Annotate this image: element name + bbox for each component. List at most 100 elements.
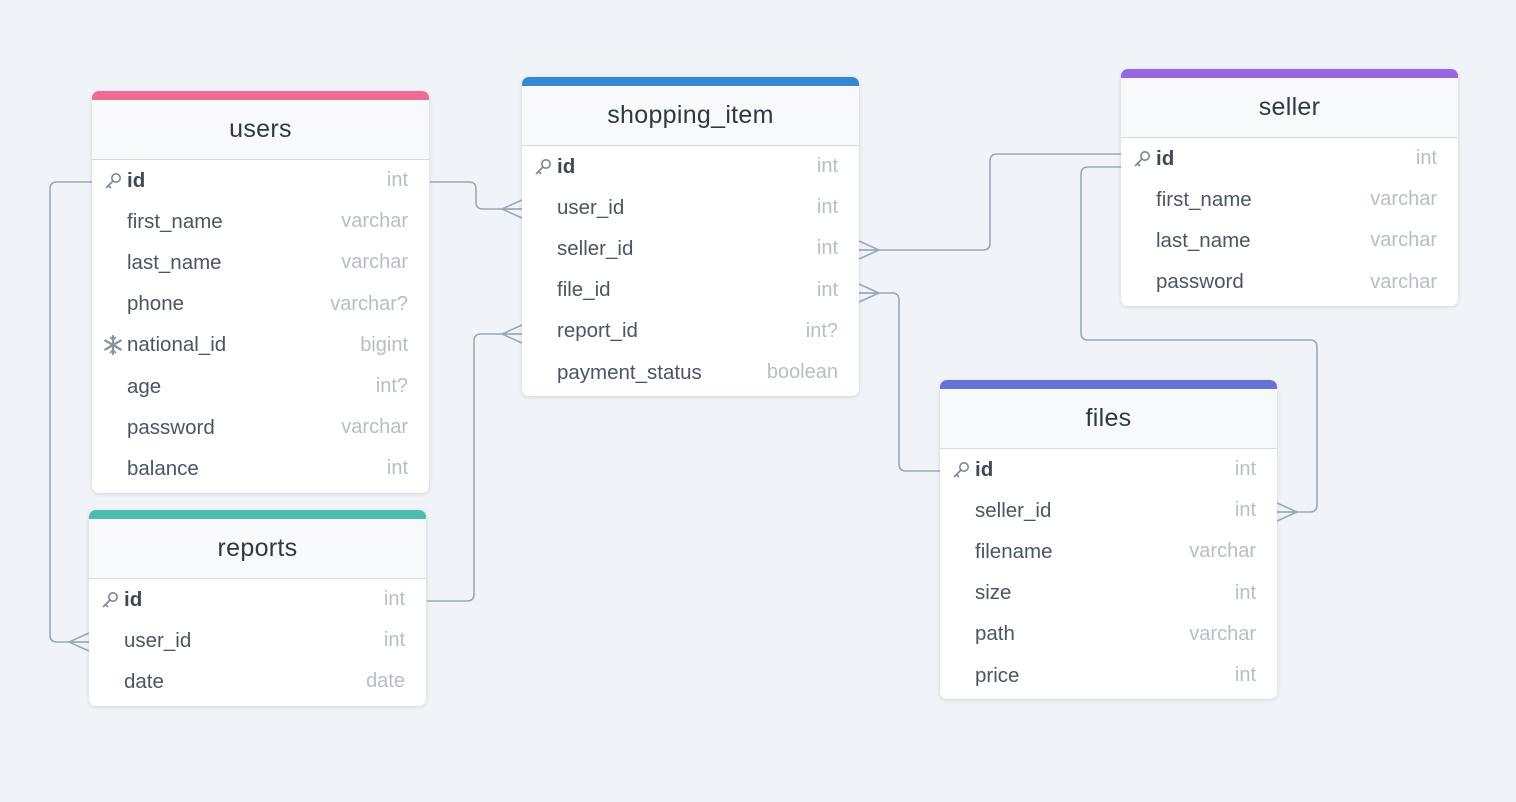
- column-type: varchar?: [330, 292, 408, 315]
- column-list: id int user_id int date date: [89, 579, 426, 706]
- connector-seller-shopping-item[interactable]: [858, 153, 1121, 260]
- column-type: int: [816, 196, 838, 219]
- column-row-balance[interactable]: balance int: [92, 448, 429, 489]
- column-name: filename: [975, 539, 1053, 563]
- table-title[interactable]: reports: [89, 519, 426, 579]
- column-list: id int first_name varchar last_name varchar pa…: [1121, 138, 1458, 306]
- connector-users-shopping-item[interactable]: [430, 181, 523, 219]
- column-row-password[interactable]: password varchar: [1121, 262, 1458, 303]
- column-list: id int user_id int seller_id int file_id int rep…: [522, 146, 859, 396]
- column-type: int: [816, 237, 838, 260]
- column-row-file-id[interactable]: file_id int: [522, 270, 859, 311]
- column-name: phone: [127, 292, 185, 316]
- column-name: password: [127, 415, 215, 439]
- column-name: id: [124, 587, 143, 611]
- column-type: int: [386, 457, 408, 480]
- column-row-path[interactable]: path varchar: [940, 614, 1277, 655]
- column-row-payment-status[interactable]: payment_status boolean: [522, 352, 859, 393]
- table-shopping-item[interactable]: shopping_item id int user_id int seller_id in…: [522, 77, 859, 397]
- column-row-id[interactable]: id int: [89, 579, 426, 620]
- table-files[interactable]: files id int seller_id int filename varchar si…: [940, 380, 1277, 700]
- connector-files-shopping-item[interactable]: [858, 283, 940, 472]
- column-type: int: [1234, 458, 1256, 481]
- key-icon: [532, 156, 554, 178]
- column-row-id[interactable]: id int: [522, 146, 859, 187]
- column-name: id: [975, 457, 994, 481]
- column-list: id int seller_id int filename varchar size int p…: [940, 449, 1277, 699]
- column-type: varchar: [1189, 540, 1256, 563]
- column-name: password: [1156, 270, 1244, 294]
- er-diagram-canvas[interactable]: users id int first_name varchar last_name var…: [0, 0, 1516, 802]
- table-users[interactable]: users id int first_name varchar last_name var…: [92, 91, 429, 493]
- crows-foot-icon: [501, 199, 523, 219]
- column-name: age: [127, 374, 162, 398]
- table-accent-bar: [940, 380, 1277, 389]
- column-row-password[interactable]: password varchar: [92, 407, 429, 448]
- column-name: id: [127, 168, 146, 192]
- column-name: report_id: [557, 319, 638, 343]
- table-title[interactable]: shopping_item: [522, 86, 859, 146]
- column-row-price[interactable]: price int: [940, 655, 1277, 696]
- column-row-user-id[interactable]: user_id int: [89, 620, 426, 661]
- column-type: varchar: [1370, 188, 1437, 211]
- column-type: int: [1415, 147, 1437, 170]
- column-type: int: [1234, 664, 1256, 687]
- connector-reports-shopping-item[interactable]: [427, 324, 523, 602]
- column-name: last_name: [1156, 228, 1251, 252]
- column-row-filename[interactable]: filename varchar: [940, 531, 1277, 572]
- column-row-last-name[interactable]: last_name varchar: [1121, 220, 1458, 261]
- column-row-size[interactable]: size int: [940, 573, 1277, 614]
- table-title[interactable]: users: [92, 100, 429, 160]
- column-row-phone[interactable]: phone varchar?: [92, 284, 429, 325]
- column-type: varchar: [1189, 622, 1256, 645]
- table-title[interactable]: files: [940, 389, 1277, 449]
- table-accent-bar: [522, 77, 859, 86]
- column-row-last-name[interactable]: last_name varchar: [92, 242, 429, 283]
- column-row-seller-id[interactable]: seller_id int: [522, 228, 859, 269]
- column-name: seller_id: [557, 236, 634, 260]
- column-name: id: [557, 154, 576, 178]
- table-reports[interactable]: reports id int user_id int date date: [89, 510, 426, 706]
- table-accent-bar: [1121, 69, 1458, 78]
- crows-foot-icon: [858, 240, 880, 260]
- connector-users-reports[interactable]: [49, 181, 92, 652]
- crows-foot-icon: [68, 632, 90, 652]
- column-type: int?: [805, 319, 838, 342]
- column-row-seller-id[interactable]: seller_id int: [940, 490, 1277, 531]
- column-type: date: [366, 670, 405, 693]
- column-type: int: [816, 155, 838, 178]
- table-title[interactable]: seller: [1121, 78, 1458, 138]
- column-name: national_id: [127, 333, 227, 357]
- table-seller[interactable]: seller id int first_name varchar last_name va…: [1121, 69, 1458, 306]
- crows-foot-icon: [1276, 502, 1298, 522]
- column-type: boolean: [766, 361, 838, 384]
- column-name: last_name: [127, 250, 222, 274]
- column-type: int: [1234, 499, 1256, 522]
- crows-foot-icon: [858, 283, 880, 303]
- column-row-report-id[interactable]: report_id int?: [522, 311, 859, 352]
- column-row-id[interactable]: id int: [92, 160, 429, 201]
- key-icon: [950, 459, 972, 481]
- column-name: size: [975, 581, 1012, 605]
- column-name: seller_id: [975, 498, 1052, 522]
- column-type: varchar: [341, 416, 408, 439]
- column-name: id: [1156, 146, 1175, 170]
- key-icon: [99, 589, 121, 611]
- column-row-date[interactable]: date date: [89, 661, 426, 702]
- key-icon: [102, 170, 124, 192]
- column-row-age[interactable]: age int?: [92, 366, 429, 407]
- column-row-first-name[interactable]: first_name varchar: [92, 201, 429, 242]
- column-row-id[interactable]: id int: [940, 449, 1277, 490]
- column-row-first-name[interactable]: first_name varchar: [1121, 179, 1458, 220]
- column-type: int: [386, 169, 408, 192]
- column-list: id int first_name varchar last_name varchar ph…: [92, 160, 429, 493]
- key-icon: [1131, 148, 1153, 170]
- column-type: bigint: [360, 333, 408, 356]
- column-name: first_name: [1156, 187, 1252, 211]
- column-row-id[interactable]: id int: [1121, 138, 1458, 179]
- column-row-user-id[interactable]: user_id int: [522, 187, 859, 228]
- column-row-national-id[interactable]: national_id bigint: [92, 325, 429, 366]
- table-accent-bar: [92, 91, 429, 100]
- column-type: int?: [375, 375, 408, 398]
- column-name: file_id: [557, 278, 611, 302]
